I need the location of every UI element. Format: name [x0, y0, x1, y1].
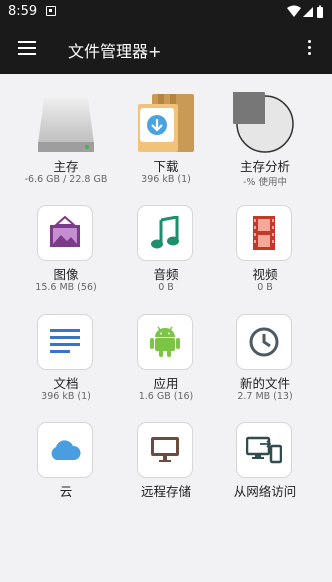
app-bar: 文件管理器+	[0, 24, 332, 74]
tile-documents[interactable]: 文档 396 kB (1)	[16, 307, 116, 407]
image-icon	[50, 216, 80, 247]
tile-subtitle: -% 使用中	[243, 177, 287, 188]
icon-card	[236, 314, 292, 370]
tile-label: 主存分析	[239, 159, 290, 174]
status-bar: 8:59	[0, 0, 332, 24]
tile-label: 新的文件	[239, 376, 290, 391]
hard-drive-icon	[38, 98, 94, 152]
tile-label: 从网络访问	[233, 484, 297, 499]
tile-recent[interactable]: 新的文件 2.7 MB (13)	[215, 307, 315, 407]
tile-storage[interactable]: 主存 -6.6 GB / 22.8 GB	[16, 90, 116, 190]
network-devices-icon	[246, 436, 282, 464]
android-icon	[150, 326, 180, 357]
tile-subtitle: 0 B	[257, 282, 273, 293]
icon-card	[37, 314, 93, 370]
tile-network-access[interactable]: 从网络访问	[215, 415, 315, 515]
icon-card	[137, 422, 193, 478]
document-lines-icon	[50, 329, 80, 353]
music-note-icon	[151, 216, 179, 249]
app-title: 文件管理器+	[68, 42, 162, 61]
tile-storage-analysis[interactable]: 主存分析 -% 使用中	[215, 90, 315, 190]
download-folder-icon	[138, 94, 194, 152]
wifi-icon	[287, 5, 301, 17]
battery-icon	[317, 7, 323, 18]
menu-icon[interactable]	[18, 41, 36, 55]
icon-card	[37, 205, 93, 261]
tile-subtitle: 2.7 MB (13)	[237, 391, 293, 402]
more-options-icon[interactable]	[308, 40, 312, 58]
icon-card	[236, 205, 292, 261]
clock-icon	[249, 327, 279, 357]
icon-card	[137, 314, 193, 370]
icon-card	[236, 422, 292, 478]
tile-cloud[interactable]: 云	[16, 415, 116, 515]
status-time: 8:59	[8, 4, 38, 19]
pie-chart-icon	[233, 92, 294, 153]
icon-card	[137, 205, 193, 261]
system-status-icons	[287, 5, 323, 18]
tile-audio[interactable]: 音频 0 B	[116, 198, 216, 298]
notification-icon	[46, 6, 56, 16]
cloud-icon	[51, 440, 81, 460]
tile-remote-storage[interactable]: 远程存储	[116, 415, 216, 515]
tile-images[interactable]: 图像 15.6 MB (56)	[16, 198, 116, 298]
tile-video[interactable]: 视频 0 B	[215, 198, 315, 298]
film-icon	[253, 216, 275, 250]
monitor-icon	[151, 437, 179, 462]
icon-card	[37, 422, 93, 478]
cell-signal-icon	[303, 7, 313, 17]
tile-apps[interactable]: 应用 1.6 GB (16)	[116, 307, 216, 407]
tile-label: 视频	[252, 267, 278, 282]
tile-downloads[interactable]: 下载 396 kB (1)	[116, 90, 216, 190]
